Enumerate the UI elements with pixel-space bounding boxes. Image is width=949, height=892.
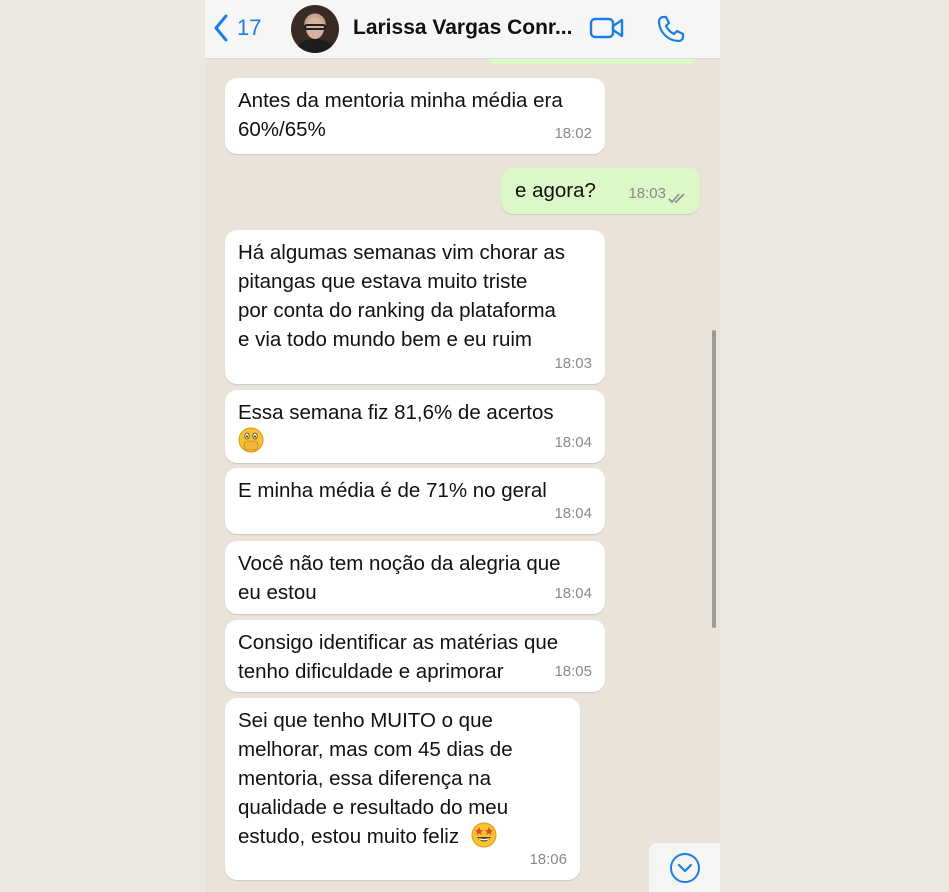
phone-icon[interactable]	[656, 14, 686, 49]
message-time: 18:04	[554, 505, 592, 522]
message-text: Você não tem noção da alegria que eu est…	[238, 552, 561, 604]
star-struck-icon	[471, 822, 497, 848]
back-button[interactable]: 17	[213, 14, 261, 42]
outgoing-message: e agora? 18:03	[501, 168, 700, 214]
message-time: 18:06	[529, 851, 567, 868]
face-with-hand-over-mouth-icon	[238, 427, 264, 453]
message-time: 18:02	[554, 125, 592, 142]
message-text: Essa semana fiz 81,6% de acertos	[238, 401, 554, 424]
message-text: E minha média é de 71% no geral	[238, 479, 547, 502]
message-time: 18:04	[554, 434, 592, 451]
message-time: 18:03	[628, 185, 666, 202]
incoming-message: Há algumas semanas vim chorar as pitanga…	[225, 230, 605, 384]
chat-window: 17 Larissa Vargas Conr... Antes da mento…	[205, 0, 720, 892]
message-text: Há algumas semanas vim chorar as pitanga…	[238, 241, 565, 351]
incoming-message: Consigo identificar as matérias que tenh…	[225, 620, 605, 692]
incoming-message: E minha média é de 71% no geral 18:04	[225, 468, 605, 534]
incoming-message: Essa semana fiz 81,6% de acertos 18:04	[225, 390, 605, 463]
chevron-down-circle-icon	[669, 853, 700, 883]
double-check-icon	[668, 193, 685, 204]
incoming-message: Antes da mentoria minha média era 60%/65…	[225, 78, 605, 154]
incoming-message: Sei que tenho MUITO o que melhorar, mas …	[225, 698, 580, 880]
unread-count: 17	[237, 15, 262, 40]
message-time: 18:04	[554, 585, 592, 602]
chevron-left-icon	[214, 14, 228, 42]
scrollbar[interactable]	[712, 330, 716, 628]
contact-name[interactable]: Larissa Vargas Conr...	[353, 16, 572, 40]
incoming-message: Você não tem noção da alegria que eu est…	[225, 541, 605, 614]
video-camera-icon[interactable]	[589, 16, 625, 45]
avatar[interactable]	[291, 5, 339, 53]
message-text: Consigo identificar as matérias que tenh…	[238, 631, 559, 683]
chat-header: 17 Larissa Vargas Conr...	[205, 0, 720, 59]
message-text: Antes da mentoria minha média era 60%/65…	[238, 89, 563, 141]
message-time: 18:05	[554, 663, 592, 680]
message-time: 18:03	[554, 355, 592, 372]
scroll-to-bottom-button[interactable]	[649, 843, 720, 892]
